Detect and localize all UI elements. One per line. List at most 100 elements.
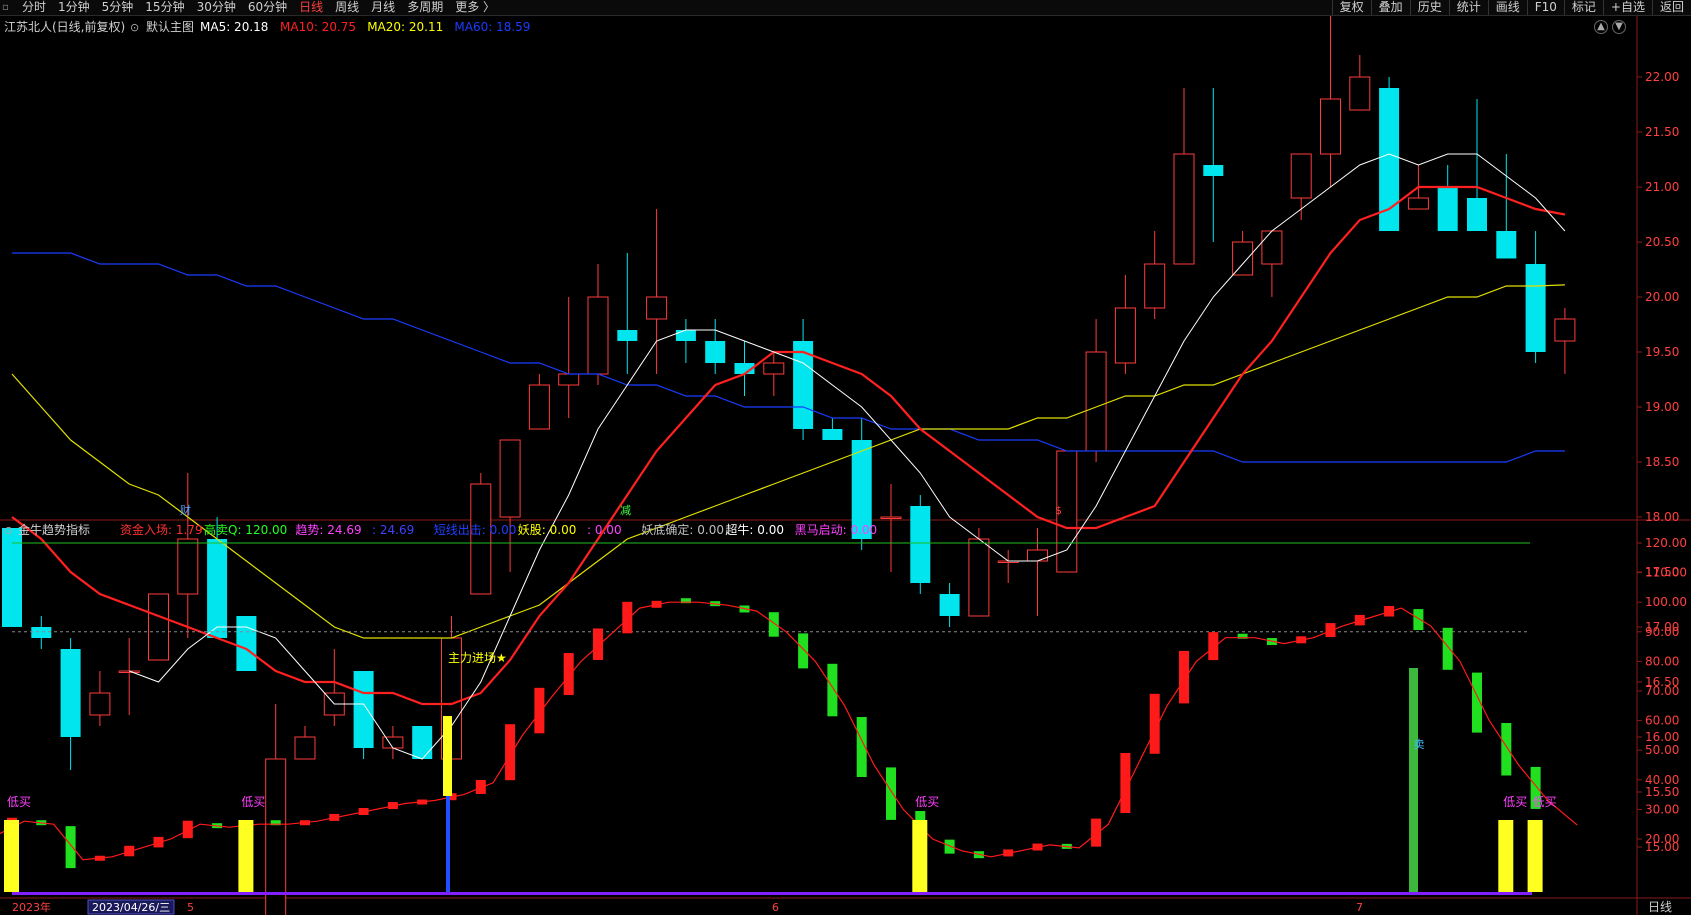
chart-up-icon[interactable]: ▲ [1594, 20, 1608, 34]
tab-5[interactable]: 60分钟 [242, 0, 293, 15]
candle [499, 439, 521, 518]
candle [412, 726, 433, 759]
trend-bar [798, 633, 809, 669]
event-marker-1: 财 [180, 503, 191, 517]
ind-tick-label: 60.00 [1645, 714, 1679, 728]
ind-label-8: 超牛: 0.00 [725, 522, 784, 537]
tab-4[interactable]: 30分钟 [191, 0, 242, 15]
tool-button-2[interactable]: 历史 [1409, 0, 1449, 15]
candle [1261, 230, 1283, 265]
candle [528, 384, 550, 430]
tool-button-3[interactable]: 统计 [1448, 0, 1488, 15]
price-tick-label: 18.00 [1645, 510, 1679, 524]
candle [822, 429, 843, 440]
tool-button-7[interactable]: +自选 [1602, 0, 1652, 15]
candle [1496, 231, 1517, 259]
main-force-bar [443, 716, 452, 796]
trend-bar [505, 724, 516, 781]
candle [705, 341, 726, 363]
event-marker-3: $ [1055, 504, 1062, 517]
tool-button-6[interactable]: 标记 [1563, 0, 1603, 15]
tool-button-1[interactable]: 叠加 [1370, 0, 1410, 15]
low-buy-bar [1498, 820, 1514, 892]
ma-label-3: MA60: 18.59 [454, 20, 530, 34]
chart-menu-icon: ⊙ [130, 21, 139, 34]
ind-label-1: 高卖Q: 120.00 [204, 522, 287, 537]
ind-tick-label: 110.00 [1645, 566, 1687, 580]
low-buy-label-0: 低买 [7, 795, 31, 809]
tab-2[interactable]: 5分钟 [96, 0, 140, 15]
signal-baseline [12, 892, 1532, 895]
tab-3[interactable]: 15分钟 [139, 0, 190, 15]
sell-label: 卖 [1414, 738, 1425, 751]
tab-6[interactable]: 日线 [293, 0, 329, 15]
main-force-stem [446, 796, 450, 892]
trend-bar [827, 663, 838, 717]
chart-down-icon[interactable]: ▼ [1612, 20, 1626, 34]
ind-label-3: : 24.69 [372, 523, 414, 537]
candle [1554, 318, 1576, 342]
low-buy-label-4: 低买 [1533, 795, 1557, 809]
candle [763, 362, 785, 375]
main-chart-name: 默认主图 [146, 19, 194, 34]
tool-button-0[interactable]: 复权 [1331, 0, 1371, 15]
trend-bar [622, 601, 633, 634]
low-buy-label-2: 低买 [915, 795, 939, 809]
ind-tick-label: 90.00 [1645, 625, 1679, 639]
indicator-menu-icon: ⊙ [4, 524, 13, 537]
month-7: 7 [1356, 901, 1363, 914]
ma-label-0: MA5: 20.18 [200, 20, 268, 34]
tab-8[interactable]: 月线 [365, 0, 401, 15]
tool-button-5[interactable]: F10 [1526, 0, 1564, 15]
candle [31, 627, 52, 638]
ind-label-2: 趋势: 24.69 [295, 523, 361, 537]
trend-bar [1179, 650, 1189, 704]
low-buy-bar [4, 820, 19, 892]
ma-label-2: MA20: 20.11 [367, 20, 443, 34]
ind-label-6: : 0.00 [587, 523, 622, 537]
candle [236, 616, 257, 671]
trend-bar [563, 653, 574, 695]
tab-9[interactable]: 多周期 [401, 0, 449, 15]
candle [587, 296, 609, 375]
candle [1232, 241, 1254, 276]
tab-0[interactable]: 分时 [16, 0, 52, 15]
kline-chart[interactable]: 江苏北人(日线,前复权) ⊙ 默认主图 MA5: 20.18 MA10: 20.75 MA… [0, 16, 1691, 915]
toolbar-grip-icon[interactable]: ▫ [2, 1, 12, 14]
trend-bar [1413, 609, 1424, 631]
candle [1349, 76, 1371, 111]
period-tabs: ▫ 分时 1分钟 5分钟 15分钟 30分钟 60分钟 日线 周线 月线 多周期 更多 〉 [0, 0, 501, 15]
low-buy-bar [912, 820, 928, 892]
candle [558, 373, 580, 386]
month-5: 5 [187, 901, 194, 914]
year-label: 2023年 [12, 900, 51, 914]
ind-tick-label: 120.00 [1645, 536, 1687, 550]
ind-label-5: 妖股: 0.00 [518, 523, 577, 537]
candle [1027, 549, 1048, 562]
tool-buttons: 复权 叠加 历史 统计 画线 F10 标记 +自选 返回 [1331, 0, 1691, 15]
price-tick-label: 19.50 [1645, 345, 1679, 359]
price-tick-label: 20.00 [1645, 290, 1679, 304]
candle [353, 671, 374, 748]
ind-label-9: 黑马启动: 0.00 [795, 523, 878, 537]
candle [60, 649, 81, 737]
candle [939, 594, 960, 616]
low-buy-bar [238, 820, 254, 892]
trend-bar [182, 820, 193, 839]
ind-tick-label: 80.00 [1645, 654, 1679, 668]
trend-bar [1091, 818, 1102, 847]
candle [1437, 187, 1458, 231]
tool-button-8[interactable]: 返回 [1651, 0, 1691, 15]
trend-bar [768, 612, 779, 637]
ind-tick-label: 30.00 [1645, 802, 1679, 816]
tab-10[interactable]: 更多 〉 [449, 0, 501, 15]
tab-1[interactable]: 1分钟 [52, 0, 96, 15]
candle [968, 538, 990, 617]
tool-button-4[interactable]: 画线 [1487, 0, 1527, 15]
tab-7[interactable]: 周线 [329, 0, 365, 15]
candle [1085, 351, 1107, 452]
candle [207, 539, 228, 638]
price-tick-label: 20.50 [1645, 235, 1679, 249]
candle [470, 483, 492, 595]
candle [1144, 263, 1166, 309]
